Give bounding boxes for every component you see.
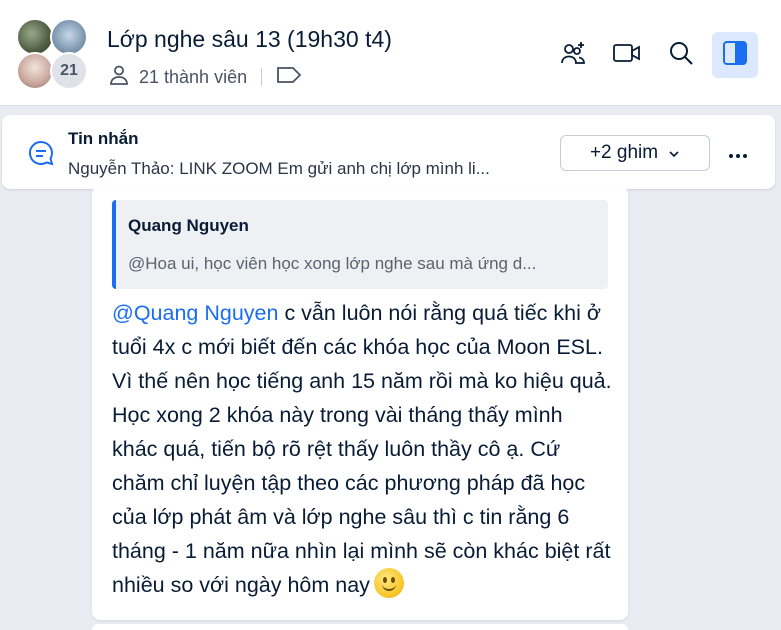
member-count[interactable]: 21 thành viên [139, 67, 247, 88]
mention-link[interactable]: @Quang Nguyen [112, 301, 278, 325]
add-member-button[interactable] [550, 32, 596, 78]
search-icon [668, 40, 694, 71]
pinned-title: Tin nhắn [68, 129, 139, 148]
divider [261, 68, 263, 86]
more-button[interactable] [718, 137, 758, 169]
pinned-count-button[interactable]: +2 ghim [560, 135, 710, 171]
video-call-button[interactable] [604, 32, 650, 78]
add-member-icon [559, 39, 587, 72]
chat-bubble-icon [27, 139, 55, 172]
message-bubble[interactable]: Quang Nguyen @Hoa ui, học viên học xong … [92, 186, 628, 620]
next-message-edge [92, 624, 628, 630]
quote-text: @Hoa ui, học viên học xong lớp nghe sau … [128, 254, 537, 273]
pinned-count-label: +2 ghim [589, 142, 659, 163]
sidebar-toggle-icon [722, 40, 748, 71]
member-avatar [16, 52, 54, 90]
more-icon [728, 142, 748, 165]
member-count-avatar: 21 [50, 52, 88, 90]
video-call-icon [612, 41, 642, 70]
message-body: c vẫn luôn nói rằng quá tiếc khi ở tuổi … [112, 301, 612, 597]
pinned-message-bar[interactable]: Tin nhắn Nguyễn Thảo: LINK ZOOM Em gửi a… [2, 115, 775, 189]
quote-author: Quang Nguyen [128, 216, 249, 235]
member-avatar [50, 18, 88, 56]
tag-icon[interactable] [276, 65, 302, 90]
chevron-down-icon [668, 142, 680, 164]
conversation-meta: 21 thành viên [107, 64, 302, 90]
sidebar-toggle-button[interactable] [712, 32, 758, 78]
conversation-header: 21 Lớp nghe sâu 13 (19h30 t4) 21 thành v… [0, 0, 781, 106]
user-icon [107, 63, 131, 92]
search-button[interactable] [658, 32, 704, 78]
message-text: @Quang Nguyen c vẫn luôn nói rằng quá ti… [112, 296, 612, 602]
quoted-message[interactable]: Quang Nguyen @Hoa ui, học viên học xong … [112, 200, 608, 289]
group-avatar[interactable]: 21 [16, 18, 92, 94]
smile-emoji-icon [373, 568, 404, 598]
member-avatar [16, 18, 54, 56]
conversation-title[interactable]: Lớp nghe sâu 13 (19h30 t4) [107, 26, 392, 53]
pinned-preview[interactable]: Nguyễn Thảo: LINK ZOOM Em gửi anh chị lớ… [68, 159, 546, 179]
